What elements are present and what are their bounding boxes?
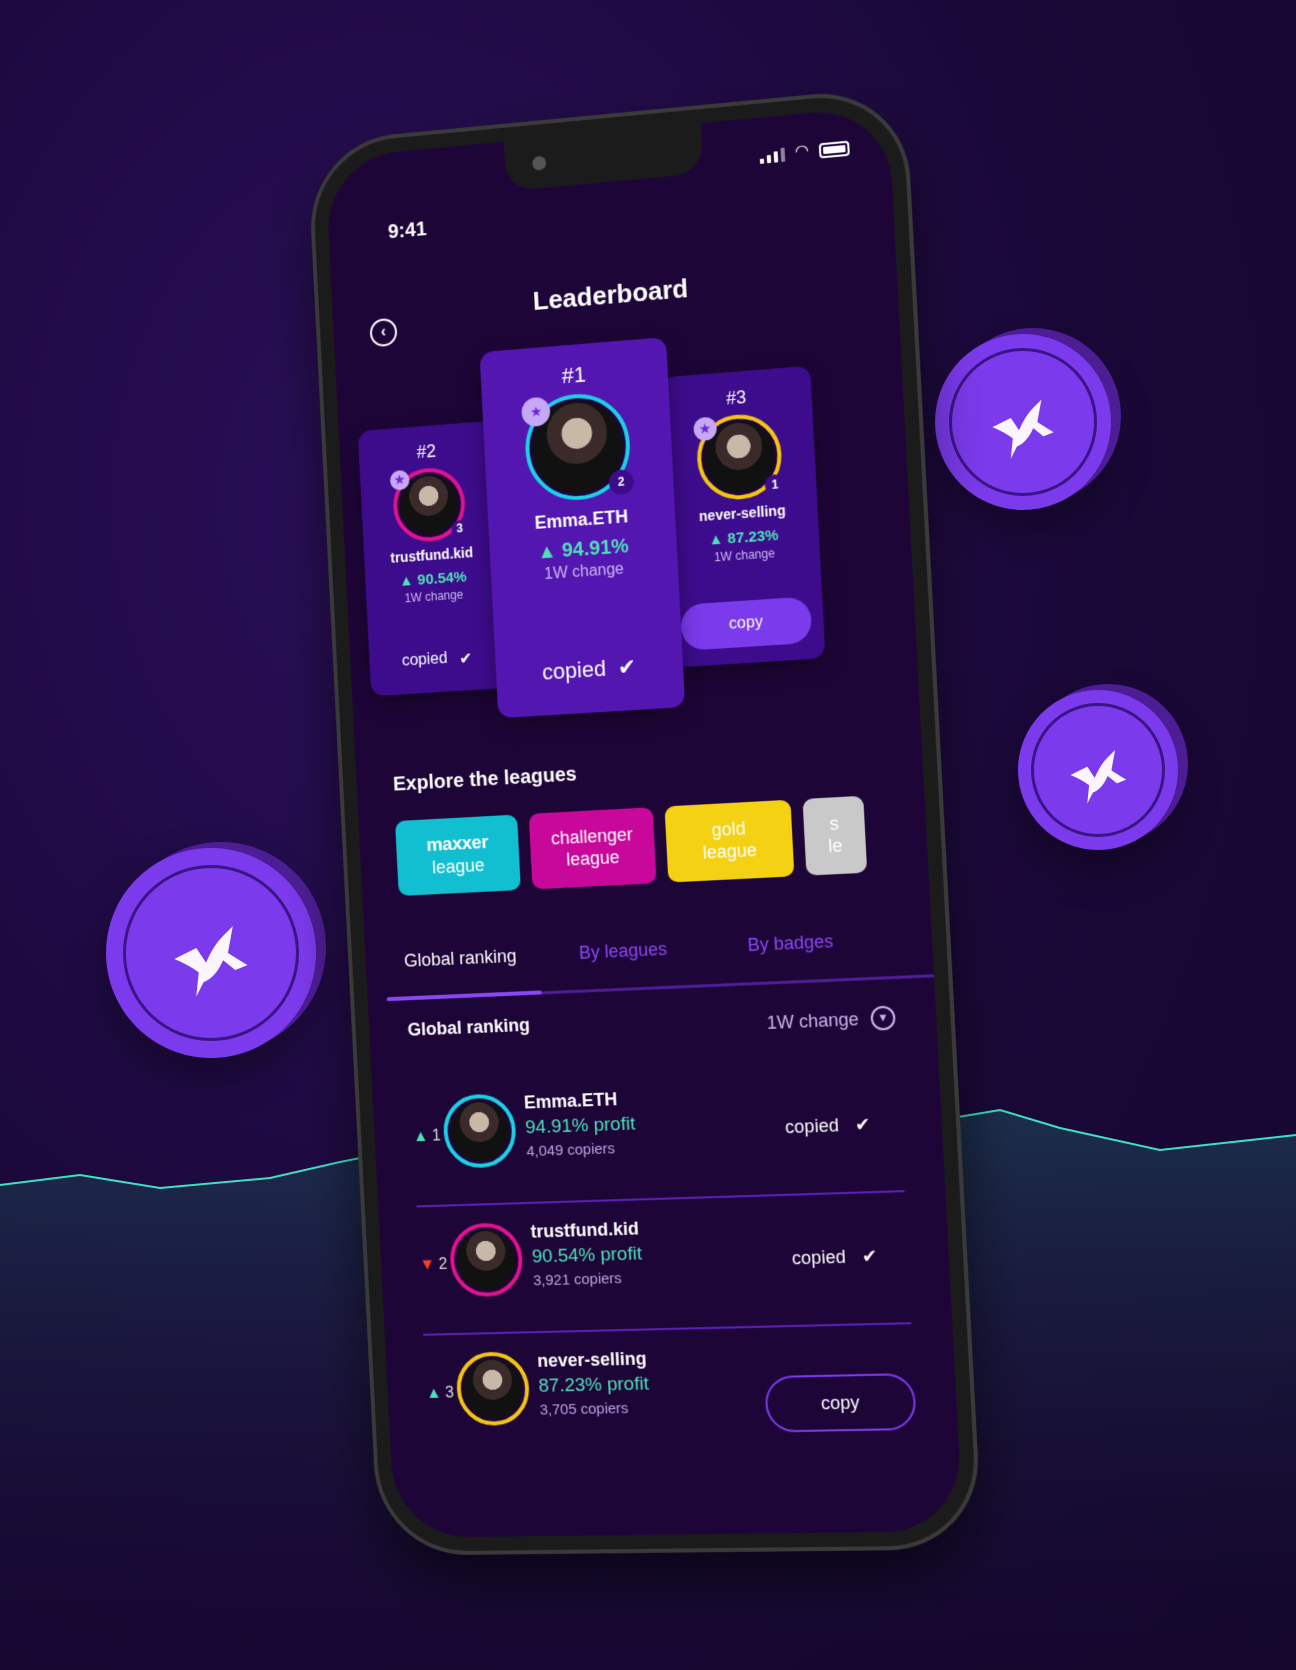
trader-profit: 87.23% profit (538, 1373, 650, 1397)
copied-status: copied ✔ (791, 1245, 878, 1269)
avatar: ★ 2 (520, 390, 635, 504)
podium: #2 ★ 3 trustfund.kid ▲ 90.54% 1W change … (354, 317, 929, 755)
trader-name: Emma.ETH (523, 1089, 618, 1113)
brand-coin-mid-right (1018, 690, 1178, 850)
podium-name: Emma.ETH (534, 506, 629, 533)
brand-logo-icon (174, 926, 248, 997)
check-icon: ✔ (617, 653, 637, 681)
position-badge: 3 (451, 519, 469, 538)
tab-by-leagues[interactable]: By leagues (579, 939, 668, 964)
rank-trend: ▲ 1 (412, 1127, 442, 1146)
trader-name: trustfund.kid (530, 1218, 640, 1242)
trader-name: never-selling (536, 1348, 648, 1371)
copy-button[interactable]: copy (679, 596, 813, 651)
wifi-icon: ◠ (794, 142, 810, 161)
leagues-carousel[interactable]: maxxer league challenger league gold lea… (395, 795, 868, 896)
signal-icon (759, 147, 786, 164)
brand-logo-icon (992, 399, 1054, 459)
position-badge: 2 (607, 468, 635, 496)
phone-mockup: 9:41 ◠ ‹ Leaderboard #2 ★ 3 trustfund.ki… (306, 85, 983, 1556)
podium-rank: #3 (725, 386, 747, 409)
trader-copiers: 3,705 copiers (539, 1399, 629, 1419)
check-icon: ✔ (458, 650, 473, 669)
trader-copiers: 3,921 copiers (532, 1270, 623, 1290)
page-title: Leaderboard (532, 273, 689, 317)
brand-coin-large (106, 848, 316, 1058)
brand-coin-top-right (935, 334, 1111, 510)
avatar (448, 1222, 525, 1298)
position-badge: 1 (764, 474, 786, 496)
sort-dropdown[interactable]: 1W change ▼ (766, 1005, 896, 1035)
trend-up-icon: ▲ (536, 539, 563, 564)
app-screen: 9:41 ◠ ‹ Leaderboard #2 ★ 3 trustfund.ki… (324, 105, 964, 1538)
copied-status: copied ✔ (541, 653, 637, 685)
rank-trend: ▼ 2 (419, 1256, 448, 1274)
table-row[interactable]: ▲ 1 Emma.ETH 94.91% profit 4,049 copiers … (410, 1060, 905, 1208)
trader-profit: 94.91% profit (524, 1113, 636, 1139)
copy-button[interactable]: copy (764, 1372, 917, 1433)
tab-global-ranking[interactable]: Global ranking (404, 946, 517, 972)
check-icon: ✔ (861, 1245, 878, 1267)
tab-by-badges[interactable]: By badges (747, 931, 834, 956)
avatar (441, 1093, 518, 1169)
check-icon: ✔ (854, 1114, 871, 1135)
league-partial[interactable]: s le (802, 795, 868, 876)
status-icons: ◠ (759, 140, 850, 164)
podium-card-third[interactable]: #3 ★ 1 never-selling ▲ 87.23% 1W change … (660, 365, 826, 668)
rank-trend: ▲ 3 (425, 1384, 455, 1402)
notch (503, 123, 704, 192)
league-gold[interactable]: gold league (664, 799, 795, 883)
camera-icon (532, 155, 547, 171)
avatar: ★ 3 (389, 465, 469, 544)
trend-up-icon: ▲ (412, 1127, 429, 1146)
podium-card-first[interactable]: #1 ★ 2 Emma.ETH ▲ 94.91% 1W change copie… (479, 337, 686, 719)
trend-up-icon: ▲ (708, 530, 728, 549)
table-row[interactable]: ▼ 2 trustfund.kid 90.54% profit 3,921 cop… (416, 1192, 912, 1336)
trend-up-icon: ▲ (398, 571, 418, 590)
podium-rank: #1 (561, 361, 587, 389)
ranking-header: Global ranking 1W change ▼ (407, 999, 896, 1040)
avatar: ★ 1 (693, 411, 786, 503)
brand-logo-icon (1070, 749, 1126, 804)
ranking-list: ▲ 1 Emma.ETH 94.91% profit 4,049 copiers … (410, 1060, 918, 1464)
podium-name: never-selling (698, 502, 786, 525)
status-time: 9:41 (387, 218, 428, 244)
ranking-tabs: Global ranking By leagues By badges (384, 926, 935, 1002)
trader-copiers: 4,049 copiers (526, 1140, 616, 1161)
copied-status: copied ✔ (401, 650, 473, 670)
trend-down-icon: ▼ (419, 1256, 436, 1274)
league-challenger[interactable]: challenger league (528, 807, 657, 890)
podium-name: trustfund.kid (390, 544, 474, 566)
chevron-down-icon: ▼ (870, 1005, 896, 1031)
trend-up-icon: ▲ (425, 1384, 442, 1402)
avatar (455, 1351, 531, 1427)
leagues-section-title: Explore the leagues (392, 763, 578, 796)
copied-status: copied ✔ (784, 1114, 871, 1138)
battery-icon (818, 140, 850, 159)
trader-profit: 90.54% profit (531, 1243, 643, 1268)
active-tab-indicator (386, 990, 542, 1002)
podium-rank: #2 (416, 440, 437, 463)
league-maxxer[interactable]: maxxer league (395, 814, 521, 896)
table-row[interactable]: ▲ 3 never-selling 87.23% profit 3,705 cop… (423, 1324, 918, 1464)
